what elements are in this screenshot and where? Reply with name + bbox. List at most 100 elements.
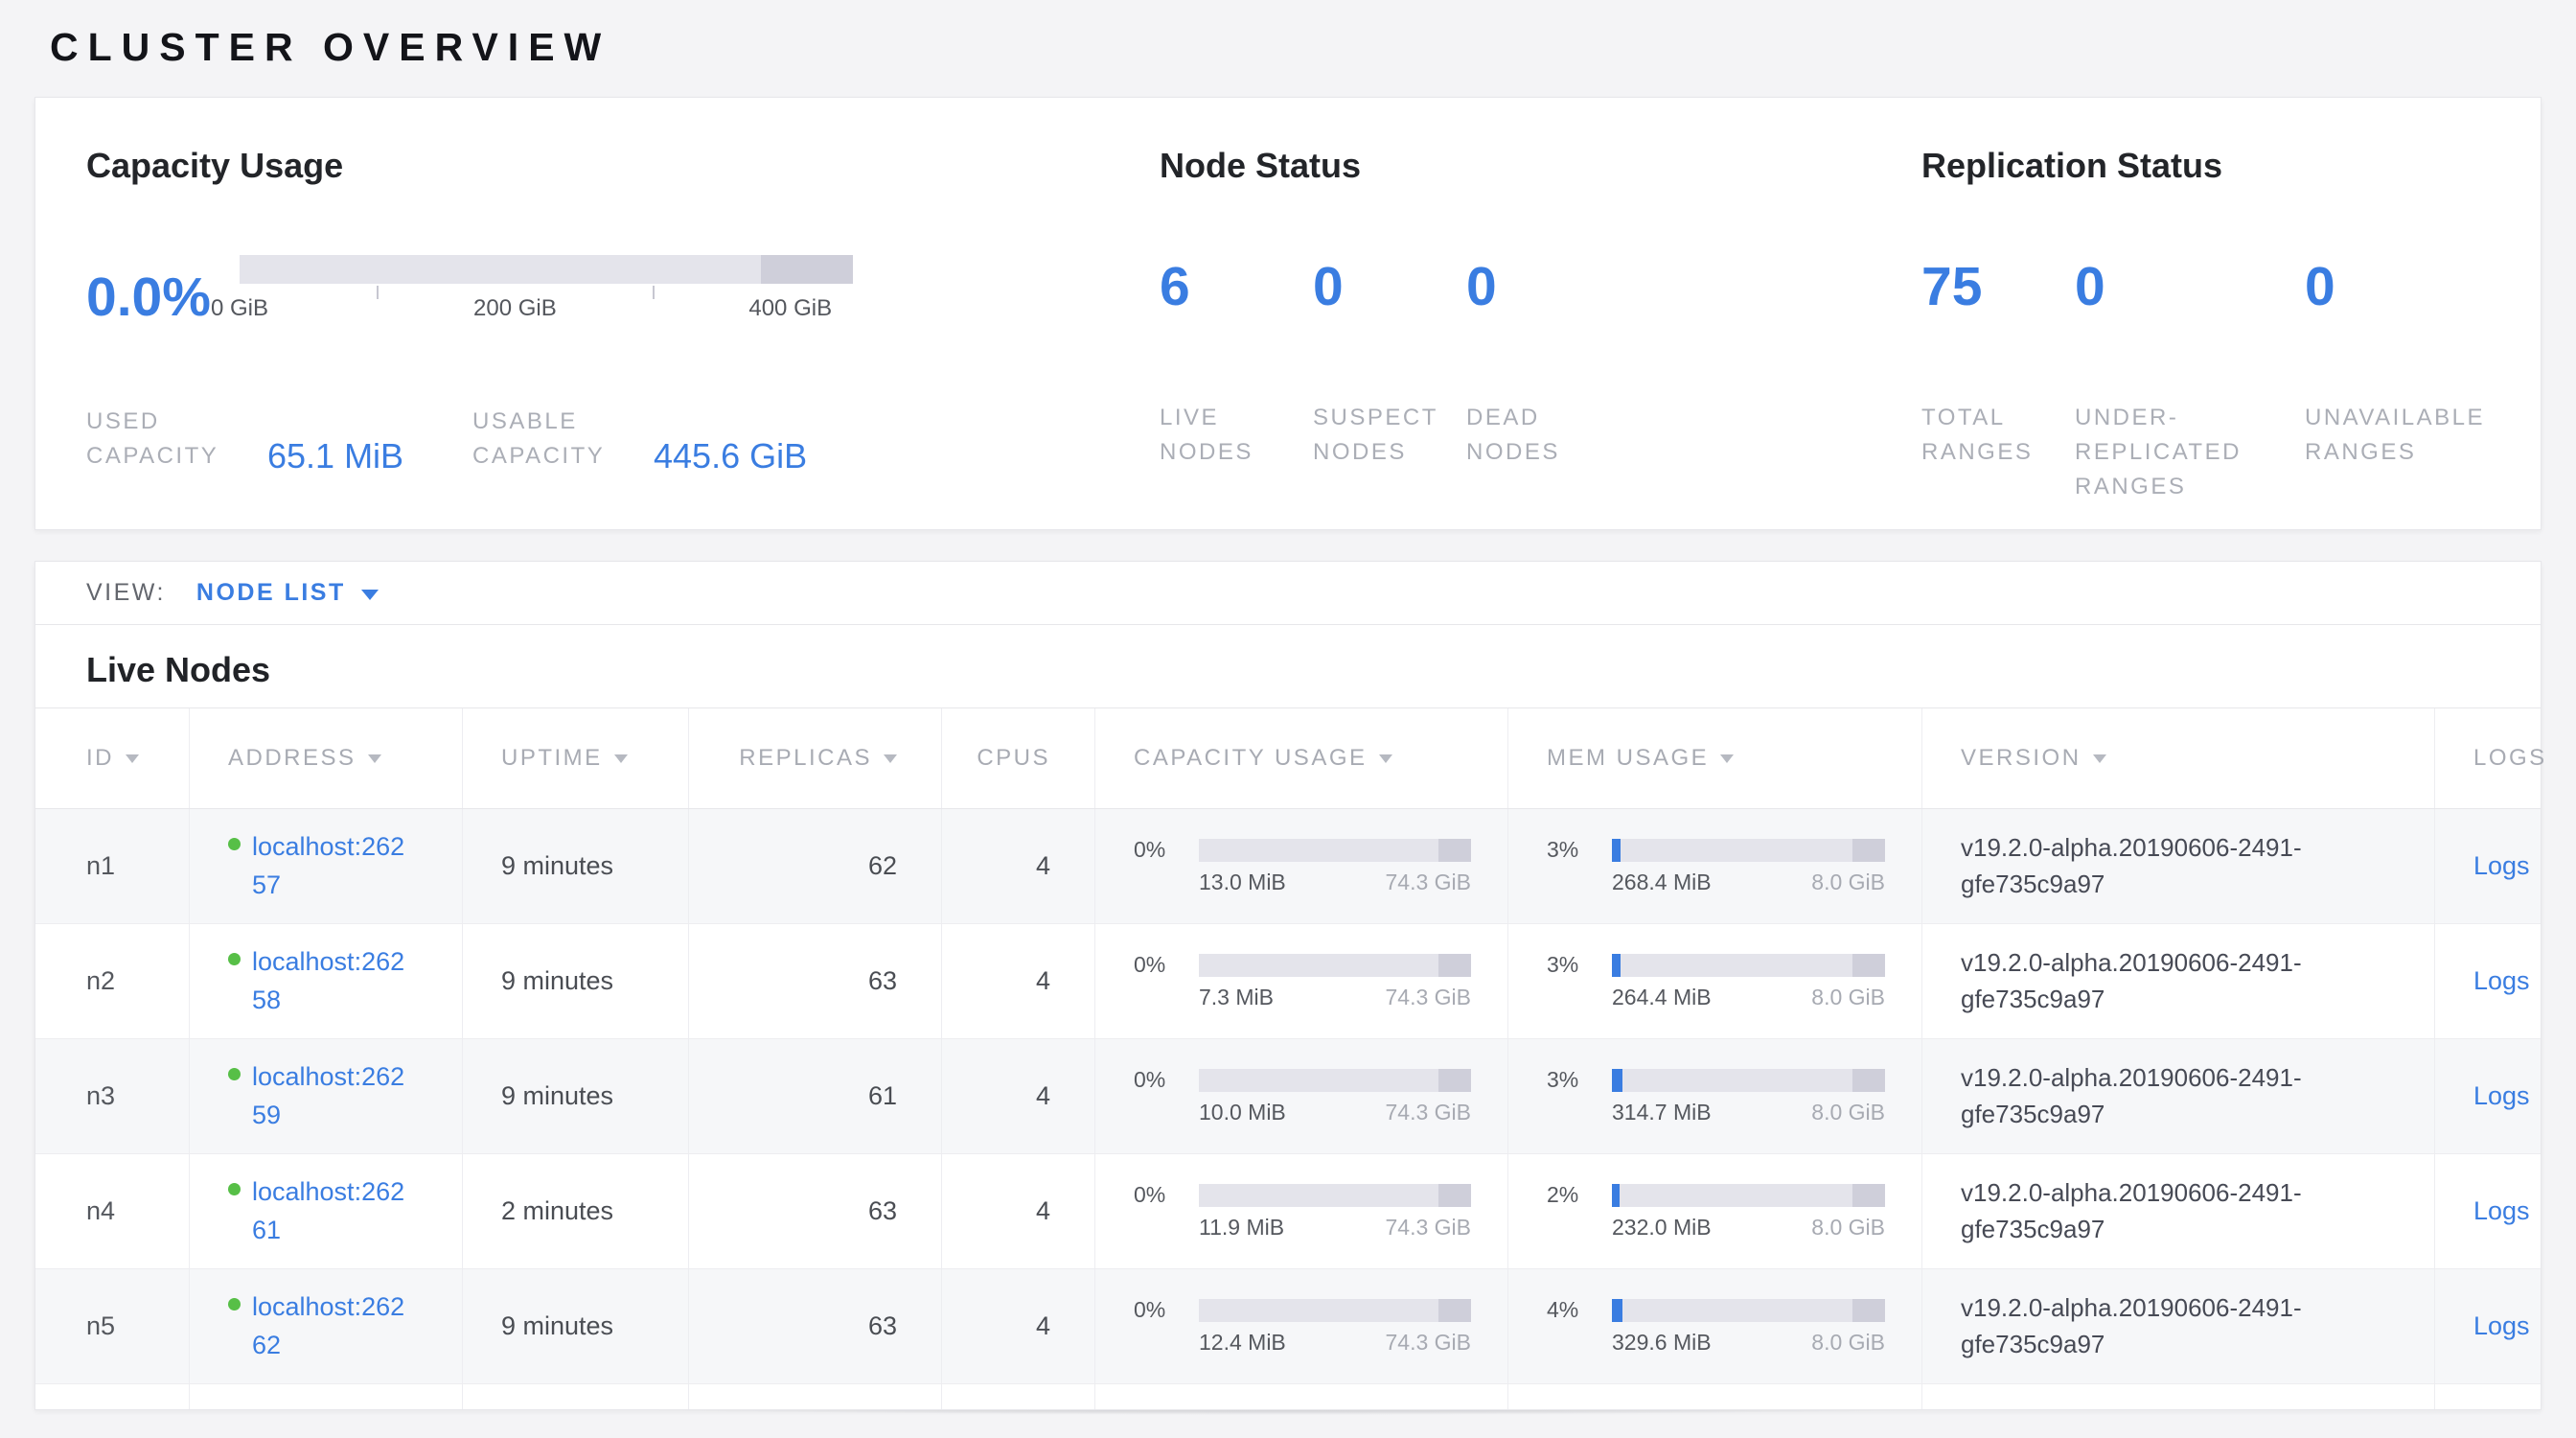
axis-tick-label: 200 GiB xyxy=(473,295,557,321)
mem-bar xyxy=(1612,954,1885,977)
col-header-label: ADDRESS xyxy=(228,745,356,772)
col-header-capacity-usage[interactable]: CAPACITY USAGE xyxy=(1095,708,1508,808)
cell-uptime: 9 minutes xyxy=(463,809,689,923)
dead-nodes-label: DEAD NODES xyxy=(1466,401,1600,470)
mem-bar-dark-segment xyxy=(1852,1299,1885,1322)
capacity-used: 10.0 MiB xyxy=(1199,1100,1286,1125)
logs-link[interactable]: Logs xyxy=(2473,851,2530,881)
cell-node-id: n5 xyxy=(35,1269,190,1383)
cell-logs: Logs xyxy=(2435,924,2541,1038)
view-selector-dropdown[interactable]: NODE LIST xyxy=(196,579,379,607)
total-ranges-value: 75 xyxy=(1921,255,2075,318)
node-address-link[interactable]: localhost:26262 xyxy=(252,1288,413,1363)
axis-tick-label: 400 GiB xyxy=(748,295,832,321)
live-nodes-stat: 6 LIVE NODES xyxy=(1160,255,1313,470)
mem-percent: 3% xyxy=(1547,952,1612,978)
mem-bar xyxy=(1612,1299,1885,1322)
cell-uptime: 9 minutes xyxy=(463,1269,689,1383)
cell-node-id: n1 xyxy=(35,809,190,923)
capacity-bar-dark-segment xyxy=(1438,1184,1471,1207)
col-header-label: UPTIME xyxy=(501,745,603,772)
col-header-uptime[interactable]: UPTIME xyxy=(463,708,689,808)
col-header-mem-usage[interactable]: MEM USAGE xyxy=(1508,708,1922,808)
capacity-used: 12.4 MiB xyxy=(1199,1330,1286,1356)
col-header-label: LOGS xyxy=(2473,745,2547,772)
capacity-percent: 0% xyxy=(1134,1067,1199,1093)
mem-total: 8.0 GiB xyxy=(1811,870,1885,895)
cell-node-id: n4 xyxy=(35,1154,190,1268)
mem-used: 314.7 MiB xyxy=(1612,1100,1712,1125)
usable-capacity-label: USABLE CAPACITY xyxy=(472,405,631,474)
capacity-total: 74.3 GiB xyxy=(1386,1330,1472,1356)
node-address-link[interactable]: localhost:26261 xyxy=(252,1173,413,1248)
capacity-percent: 0% xyxy=(1134,837,1199,863)
chevron-down-icon xyxy=(361,590,379,600)
node-address-link[interactable]: localhost:26259 xyxy=(252,1058,413,1133)
capacity-axis: 0 GiB 200 GiB 400 GiB xyxy=(240,284,853,339)
capacity-percent: 0% xyxy=(1134,1297,1199,1323)
table-header-row: ID ADDRESS UPTIME REPLICAS CPUS CAPACITY… xyxy=(35,707,2541,809)
col-header-label: MEM USAGE xyxy=(1547,745,1709,772)
cell-address: localhost:26261 xyxy=(190,1154,463,1268)
capacity-total: 74.3 GiB xyxy=(1386,1100,1472,1125)
cell-mem-usage: 3% 314.7 MiB 8.0 GiB xyxy=(1508,1039,1922,1153)
table-row: n3 localhost:26259 9 minutes 61 4 0% xyxy=(35,1039,2541,1154)
capacity-bar-dark-segment xyxy=(1438,954,1471,977)
node-status-section: Node Status 6 LIVE NODES 0 SUSPECT NODES… xyxy=(1160,146,1921,529)
node-status-title: Node Status xyxy=(1160,146,1921,186)
cell-replicas: 61 xyxy=(689,1039,942,1153)
node-list-card: VIEW: NODE LIST Live Nodes ID ADDRESS UP… xyxy=(34,561,2542,1410)
cell-logs: Logs xyxy=(2435,1269,2541,1383)
col-header-replicas[interactable]: REPLICAS xyxy=(689,708,942,808)
mem-bar xyxy=(1612,839,1885,862)
cell-uptime: 9 minutes xyxy=(463,924,689,1038)
col-header-label: CAPACITY USAGE xyxy=(1134,745,1368,772)
replication-status-title: Replication Status xyxy=(1921,146,2541,186)
col-header-address[interactable]: ADDRESS xyxy=(190,708,463,808)
cell-version: v19.2.0-alpha.20190606-2491-gfe735c9a97 xyxy=(1922,809,2435,923)
capacity-bar xyxy=(1199,954,1471,977)
capacity-total: 74.3 GiB xyxy=(1386,985,1472,1010)
capacity-usage-section: Capacity Usage 0.0% 0 GiB 200 GiB xyxy=(86,146,1160,529)
table-body: n1 localhost:26257 9 minutes 62 4 0% xyxy=(35,809,2541,1409)
cell-version: v19.2.0-alpha.20190606-2491-gfe735c9a97 xyxy=(1922,1154,2435,1268)
col-header-cpus[interactable]: CPUS xyxy=(942,708,1095,808)
mem-percent: 3% xyxy=(1547,1067,1612,1093)
cell-capacity-usage: 0% 7.3 MiB 74.3 GiB xyxy=(1095,924,1508,1038)
mem-bar-dark-segment xyxy=(1852,839,1885,862)
cell-replicas: 63 xyxy=(689,924,942,1038)
live-status-dot-icon xyxy=(228,1183,241,1195)
live-nodes-value: 6 xyxy=(1160,255,1313,318)
dead-nodes-value: 0 xyxy=(1466,255,1620,318)
mem-used: 268.4 MiB xyxy=(1612,870,1712,895)
cell-logs: Logs xyxy=(2435,1154,2541,1268)
table-row: n2 localhost:26258 9 minutes 63 4 0% xyxy=(35,924,2541,1039)
mem-used: 264.4 MiB xyxy=(1612,985,1712,1010)
cell-node-id: n3 xyxy=(35,1039,190,1153)
axis-tick-label: 0 GiB xyxy=(211,295,268,321)
cell-address: localhost:26259 xyxy=(190,1039,463,1153)
cell-address: localhost:26257 xyxy=(190,809,463,923)
capacity-bar-dark-segment xyxy=(1438,1299,1471,1322)
axis-minor-tick xyxy=(377,286,379,299)
col-header-version[interactable]: VERSION xyxy=(1922,708,2435,808)
capacity-bar-dark-segment xyxy=(1438,839,1471,862)
mem-bar xyxy=(1612,1069,1885,1092)
logs-link[interactable]: Logs xyxy=(2473,1196,2530,1226)
capacity-total: 74.3 GiB xyxy=(1386,870,1472,895)
logs-link[interactable]: Logs xyxy=(2473,966,2530,996)
view-label: VIEW: xyxy=(86,579,166,607)
col-header-id[interactable]: ID xyxy=(35,708,190,808)
cell-mem-usage: 2% 232.0 MiB 8.0 GiB xyxy=(1508,1154,1922,1268)
capacity-usage-bar xyxy=(240,255,853,284)
logs-link[interactable]: Logs xyxy=(2473,1081,2530,1111)
logs-link[interactable]: Logs xyxy=(2473,1311,2530,1341)
col-header-label: VERSION xyxy=(1961,745,2082,772)
cell-address: localhost:26262 xyxy=(190,1269,463,1383)
capacity-bar xyxy=(1199,1184,1471,1207)
cell-version: v19.2.0-alpha.20190606-2491-gfe735c9a97 xyxy=(1922,1039,2435,1153)
node-address-link[interactable]: localhost:26258 xyxy=(252,943,413,1018)
node-address-link[interactable]: localhost:26257 xyxy=(252,828,413,903)
usable-capacity-stat: USABLE CAPACITY 445.6 GiB xyxy=(472,405,807,474)
unavailable-ranges-label: UNAVAILABLE RANGES xyxy=(2305,401,2518,470)
